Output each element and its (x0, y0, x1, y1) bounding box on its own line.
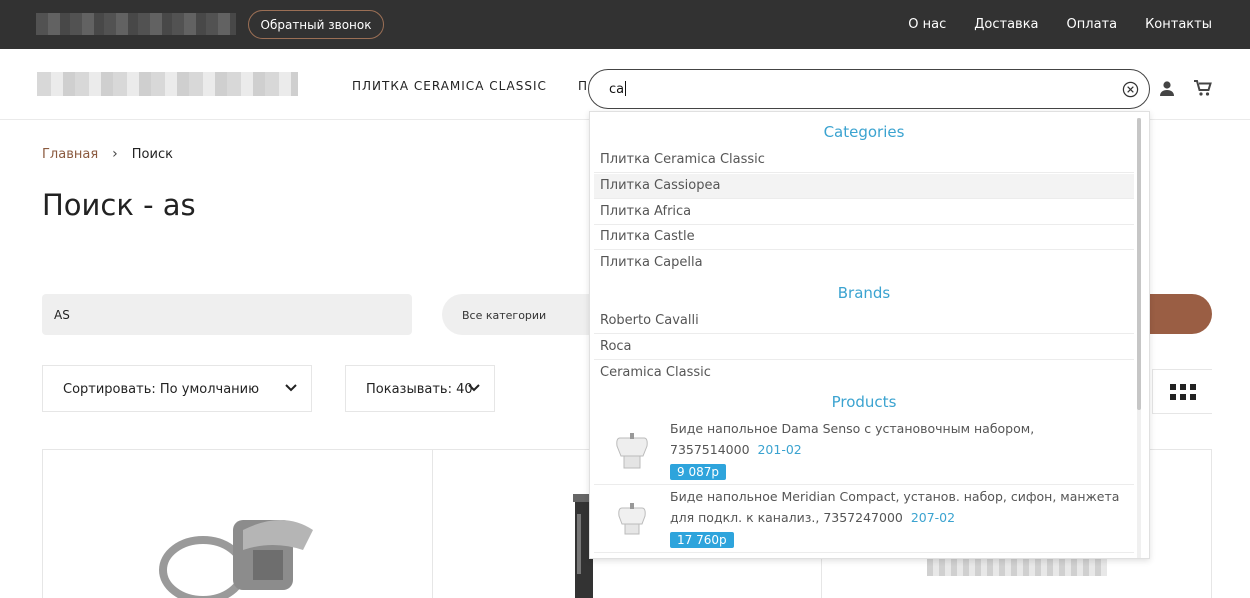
suggestion-category[interactable]: Плитка Capella (594, 251, 1134, 276)
cart-icon[interactable] (1194, 79, 1212, 97)
top-bar: Обратный звонок О нас Доставка Оплата Ко… (0, 0, 1250, 49)
show-count-label: Показывать: 40 (366, 382, 473, 397)
site-logo-blurred[interactable] (37, 72, 298, 96)
suggestion-product[interactable]: Биде напольное Dama Senso с установочным… (594, 418, 1134, 485)
products-heading: Products (831, 393, 897, 411)
bidet-image (618, 503, 646, 535)
top-nav: О нас Доставка Оплата Контакты (908, 0, 1212, 49)
tile-pattern-image (927, 556, 1107, 576)
suggestion-brand[interactable]: Ceramica Classic (594, 361, 1134, 386)
chevron-down-icon (468, 384, 480, 392)
clear-search-icon[interactable] (1122, 81, 1139, 98)
chevron-down-icon (285, 384, 297, 392)
breadcrumb-home-link[interactable]: Главная (42, 147, 98, 162)
top-logo-blurred[interactable] (36, 13, 236, 35)
breadcrumb-separator: › (112, 146, 118, 162)
callback-button[interactable]: Обратный звонок (248, 10, 384, 39)
suggestion-brand[interactable]: Roberto Cavalli (594, 309, 1134, 334)
nav-link-about[interactable]: О нас (908, 17, 946, 32)
product-price-badge: 17 760р (670, 532, 734, 548)
nav-link-contacts[interactable]: Контакты (1145, 17, 1212, 32)
product-code: 201-02 (757, 442, 802, 457)
product-code: 207-02 (910, 510, 956, 525)
breadcrumb: Главная › Поиск (42, 146, 173, 162)
brands-heading: Brands (837, 284, 891, 302)
header-icons (1158, 79, 1212, 97)
page: Обратный звонок О нас Доставка Оплата Ко… (0, 0, 1250, 598)
breadcrumb-current: Поиск (131, 146, 173, 162)
sort-label: Сортировать: По умолчанию (63, 382, 260, 397)
product-card[interactable] (42, 450, 432, 598)
user-icon[interactable] (1158, 79, 1176, 97)
product-name: Биде напольное Meridian Compact, установ… (670, 489, 1120, 525)
menu-item-partial[interactable]: П (578, 79, 588, 93)
sort-select[interactable]: Сортировать: По умолчанию (42, 365, 312, 412)
product-price-badge: 9 087р (670, 464, 726, 480)
dropdown-scrollbar-thumb[interactable] (1137, 118, 1141, 410)
suggestion-category[interactable]: Плитка Ceramica Classic (594, 148, 1134, 173)
suggestion-product[interactable]: Биде напольное Meridian Compact, установ… (594, 486, 1134, 553)
text-caret (625, 81, 627, 96)
header-search-value: ca (609, 82, 625, 97)
suggestion-category[interactable]: Плитка Africa (594, 200, 1134, 225)
grid-view-icon (1169, 383, 1196, 400)
faucet-image (159, 520, 313, 598)
menu-item-ceramica-classic[interactable]: ПЛИТКА CERAMICA CLASSIC (352, 79, 547, 93)
categories-heading: Categories (823, 123, 905, 141)
suggestion-category[interactable]: Плитка Cassiopea (594, 174, 1134, 199)
bidet-image (616, 433, 648, 469)
page-title: Поиск - as (42, 188, 196, 222)
show-count-select[interactable]: Показывать: 40 (345, 365, 495, 412)
grid-view-toggle[interactable] (1152, 369, 1212, 414)
search-query-input[interactable]: AS (42, 294, 412, 335)
suggestion-brand[interactable]: Roca (594, 335, 1134, 360)
search-autocomplete-dropdown: Categories Плитка Ceramica Classic Плитк… (589, 111, 1150, 559)
category-select[interactable]: Все категории (442, 294, 602, 335)
suggestion-category[interactable]: Плитка Castle (594, 225, 1134, 250)
header-search-input[interactable]: ca (588, 69, 1150, 109)
nav-link-delivery[interactable]: Доставка (974, 17, 1038, 32)
product-name: Биде напольное Dama Senso с установочным… (670, 421, 1035, 457)
nav-link-payment[interactable]: Оплата (1067, 17, 1118, 32)
